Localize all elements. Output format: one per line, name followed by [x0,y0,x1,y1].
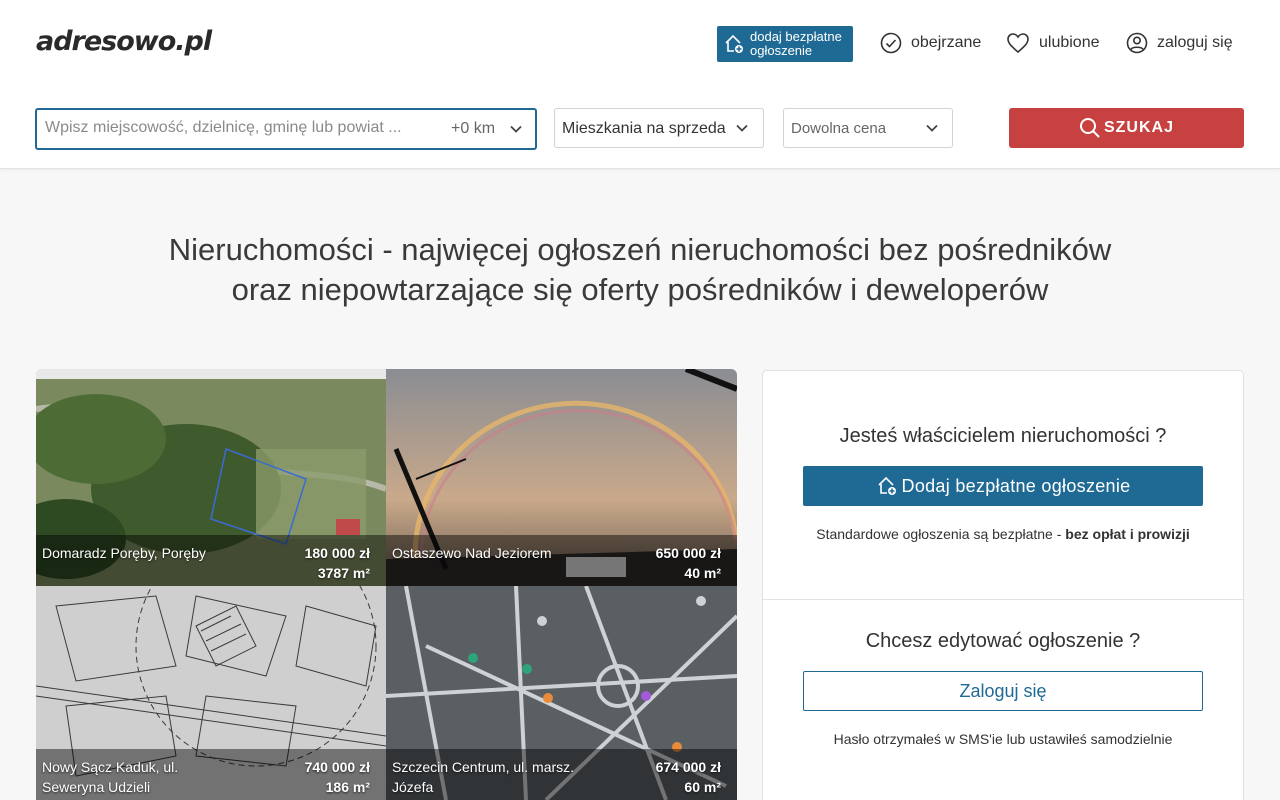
listing-price: 650 000 zł [655,545,721,561]
listing-card[interactable]: Nowy Sącz Kaduk, ul. Seweryna Udzieli 74… [36,586,386,800]
nav-login-label: zaloguj się [1157,34,1233,51]
listing-area: 186 m² [325,779,370,795]
listing-caption: Szczecin Centrum, ul. marsz. Józefa 674 … [386,749,737,800]
page-headline: Nieruchomości - najwięcej ogłoszeń nieru… [0,230,1280,310]
search-button[interactable]: SZUKAJ [1009,108,1244,148]
site-header: adresowo.pl dodaj bezpłatne ogłoszenie o… [0,0,1280,169]
user-circle-icon [1126,32,1148,54]
nav-login[interactable]: zaloguj się [1126,31,1233,55]
listing-card[interactable]: Ostaszewo Nad Jeziorem 650 000 zł 40 m² [386,369,737,586]
panel-divider [763,599,1243,600]
listing-price: 740 000 zł [304,759,370,775]
listing-card[interactable]: Szczecin Centrum, ul. marsz. Józefa 674 … [386,586,737,800]
price-value: Dowolna cena [791,120,887,137]
owner-note: Standardowe ogłoszenia są bezpłatne - be… [763,526,1243,542]
panel-login-button[interactable]: Zaloguj się [803,671,1203,711]
listing-price: 674 000 zł [655,759,721,775]
house-plus-icon [725,34,743,53]
listings-grid: Domaradz Poręby, Poręby 180 000 zł 3787 … [36,369,737,800]
house-plus-icon [877,476,896,495]
add-listing-line1: dodaj bezpłatne [750,29,842,44]
edit-question: Chcesz edytować ogłoszenie ? [865,630,1141,652]
location-search-input[interactable] [45,119,435,137]
search-button-label: SZUKAJ [1103,119,1174,136]
nav-viewed-label: obejrzane [911,34,982,51]
listing-location: Nowy Sącz Kaduk, ul. Seweryna Udzieli [42,759,179,795]
owner-question: Jesteś właścicielem nieruchomości ? [839,425,1167,447]
listing-caption: Nowy Sącz Kaduk, ul. Seweryna Udzieli 74… [36,749,386,800]
edit-note: Hasło otrzymałeś w SMS'ie lub ustawiłeś … [833,731,1173,747]
location-search-box: +0 km [35,108,537,150]
headline-line2: oraz niepowtarzające się oferty pośredni… [231,272,1049,307]
panel-add-listing-label: Dodaj bezpłatne ogłoszenie [901,475,1131,496]
heart-icon [1007,33,1029,54]
listing-area: 40 m² [684,565,721,581]
add-listing-button[interactable]: dodaj bezpłatne ogłoszenie [717,26,853,62]
price-select[interactable]: Dowolna cena [783,108,953,148]
panel-add-listing-button[interactable]: Dodaj bezpłatne ogłoszenie [803,466,1203,506]
listing-caption: Ostaszewo Nad Jeziorem 650 000 zł 40 m² [386,535,737,586]
listing-caption: Domaradz Poręby, Poręby 180 000 zł 3787 … [36,535,386,586]
listing-card[interactable]: Domaradz Poręby, Poręby 180 000 zł 3787 … [36,369,386,586]
check-circle-icon [880,32,902,54]
listing-area: 60 m² [684,779,721,795]
radius-value[interactable]: +0 km [451,120,495,138]
add-listing-line2: ogłoszenie [750,43,813,58]
chevron-down-icon [736,124,748,132]
chevron-down-icon [926,124,938,132]
property-type-select[interactable]: Mieszkania na sprzeda [554,108,764,148]
nav-viewed[interactable]: obejrzane [880,31,981,55]
site-logo[interactable]: adresowo.pl [36,26,212,57]
listing-location: Szczecin Centrum, ul. marsz. Józefa [392,759,575,795]
chevron-down-icon[interactable] [509,122,523,136]
owner-note-bold: bez opłat i prowizji [1065,526,1190,542]
listing-location: Ostaszewo Nad Jeziorem [392,545,552,561]
listing-area: 3787 m² [317,565,370,581]
property-type-value: Mieszkania na sprzeda [562,120,726,137]
listing-location: Domaradz Poręby, Poręby [42,545,206,561]
listing-price: 180 000 zł [304,545,370,561]
add-listing-label: dodaj bezpłatne ogłoszenie [750,30,842,58]
owner-panel: Jesteś właścicielem nieruchomości ? Doda… [762,370,1244,800]
nav-favorites-label: ulubione [1039,34,1100,51]
search-icon [1079,118,1100,138]
headline-line1: Nieruchomości - najwięcej ogłoszeń nieru… [168,232,1112,267]
nav-favorites[interactable]: ulubione [1006,31,1100,55]
owner-note-prefix: Standardowe ogłoszenia są bezpłatne - [816,526,1066,542]
